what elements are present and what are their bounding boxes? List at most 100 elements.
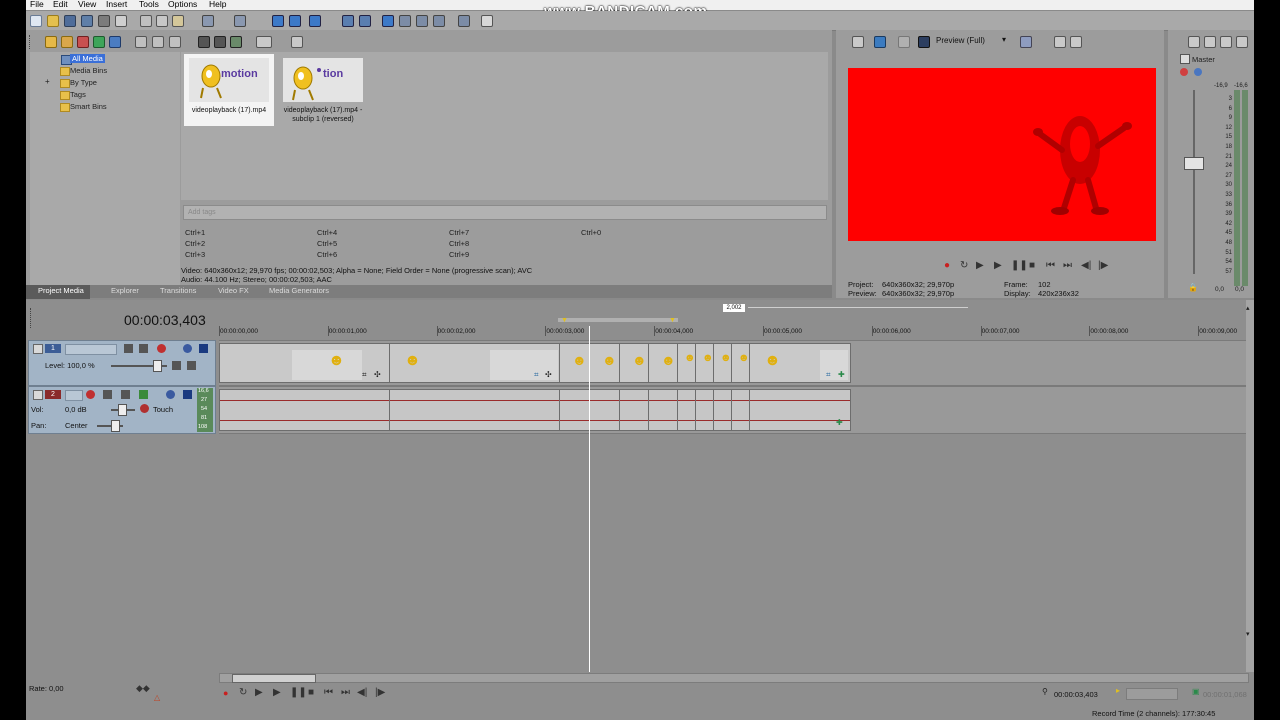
rate-pointer-icon[interactable]: △ bbox=[154, 693, 160, 702]
parent-icon[interactable] bbox=[172, 361, 181, 370]
tab-project-media[interactable]: Project Media bbox=[26, 285, 90, 299]
menu-edit[interactable]: Edit bbox=[53, 0, 68, 9]
video-clip[interactable]: ☻ ⌗ ✚ bbox=[749, 343, 851, 383]
clip-fx-icon[interactable]: ✚ bbox=[838, 370, 845, 379]
auto-preview-icon[interactable] bbox=[230, 36, 242, 48]
solo-icon[interactable] bbox=[183, 390, 192, 399]
clip-fx-icon[interactable]: ✚ bbox=[836, 418, 843, 427]
track-name-field[interactable] bbox=[65, 344, 117, 355]
play-from-start-icon[interactable]: ▶ bbox=[976, 260, 984, 271]
media-item[interactable]: tion videoplayback (17).mp4 - subclip 1 … bbox=[278, 54, 368, 126]
audio-clip[interactable] bbox=[219, 389, 391, 431]
mixer-view-icon[interactable] bbox=[1236, 36, 1248, 48]
save-as-icon[interactable] bbox=[81, 15, 93, 27]
redo-icon[interactable] bbox=[234, 15, 246, 27]
preview-properties-icon[interactable] bbox=[852, 36, 864, 48]
marker-bar[interactable] bbox=[748, 307, 968, 308]
auto-ripple-icon[interactable] bbox=[309, 15, 321, 27]
stop-icon[interactable]: ■ bbox=[1029, 260, 1035, 271]
menu-tools[interactable]: Tools bbox=[139, 0, 159, 9]
invert-phase-icon[interactable] bbox=[103, 390, 112, 399]
play-icon[interactable]: ▶ bbox=[273, 687, 281, 698]
tab-transitions[interactable]: Transitions bbox=[160, 286, 196, 295]
play-from-start-icon[interactable]: ▶ bbox=[255, 687, 263, 698]
save-icon[interactable] bbox=[64, 15, 76, 27]
go-to-end-icon[interactable]: ⏭ bbox=[341, 687, 350, 698]
audio-clip[interactable] bbox=[677, 389, 697, 431]
next-frame-icon[interactable]: |▶ bbox=[375, 687, 385, 698]
horizontal-scrollbar[interactable] bbox=[219, 673, 1249, 683]
media-fx-icon[interactable] bbox=[109, 36, 121, 48]
external-monitor-icon[interactable] bbox=[874, 36, 886, 48]
properties-icon[interactable] bbox=[115, 15, 127, 27]
chevron-down-icon[interactable]: ▾ bbox=[1002, 35, 1006, 44]
tag-shortcut[interactable]: Ctrl+6 bbox=[317, 250, 337, 259]
cursor-position[interactable]: 00:00:03,403 bbox=[1054, 690, 1098, 699]
audio-track-header[interactable]: 2 Vol: 0,0 dB Touch Pan: Center 16,6 27 … bbox=[28, 386, 216, 434]
tag-shortcut[interactable]: Ctrl+0 bbox=[581, 228, 601, 237]
clip-fx-icon[interactable]: ✣ bbox=[374, 370, 381, 379]
stop-preview-icon[interactable] bbox=[214, 36, 226, 48]
scroll-up-icon[interactable]: ▴ bbox=[1246, 304, 1250, 312]
tree-item-smart-bins[interactable]: Smart Bins bbox=[70, 102, 107, 111]
loop-icon[interactable]: ↻ bbox=[960, 260, 968, 271]
record-icon[interactable]: ● bbox=[223, 688, 228, 698]
normal-edit-tool-icon[interactable] bbox=[382, 15, 394, 27]
master-bypass-icon[interactable] bbox=[1180, 54, 1190, 64]
import-media-icon[interactable] bbox=[45, 36, 57, 48]
insert-fx-bus-icon[interactable] bbox=[1220, 36, 1232, 48]
menu-insert[interactable]: Insert bbox=[106, 0, 127, 9]
crop-icon[interactable]: ⌗ bbox=[362, 370, 367, 380]
automation-mode-icon[interactable] bbox=[140, 404, 149, 413]
level-slider-knob[interactable] bbox=[153, 360, 162, 372]
audio-clip[interactable] bbox=[695, 389, 715, 431]
video-clip[interactable]: ☻ ⌗ ✣ bbox=[219, 343, 391, 383]
track-fx-icon[interactable] bbox=[121, 390, 130, 399]
insert-bus-icon[interactable] bbox=[1204, 36, 1216, 48]
audio-clip[interactable] bbox=[589, 389, 621, 431]
tree-item-tags[interactable]: Tags bbox=[70, 90, 86, 99]
media-item[interactable]: motion videoplayback (17).mp4 bbox=[184, 54, 274, 126]
audio-clip[interactable] bbox=[619, 389, 650, 431]
audio-track-lane[interactable]: ✚ bbox=[219, 386, 1247, 434]
arm-record-icon[interactable] bbox=[86, 390, 95, 399]
save-snapshot-icon[interactable] bbox=[1070, 36, 1082, 48]
tab-explorer[interactable]: Explorer bbox=[111, 286, 139, 295]
go-to-start-icon[interactable]: ⏮ bbox=[1046, 260, 1055, 271]
next-frame-icon[interactable]: |▶ bbox=[1098, 260, 1108, 271]
loop-icon[interactable]: ↻ bbox=[239, 687, 247, 698]
open-icon[interactable] bbox=[47, 15, 59, 27]
paste-icon[interactable] bbox=[172, 15, 184, 27]
audio-clip[interactable] bbox=[713, 389, 733, 431]
video-clip[interactable]: ☻ bbox=[648, 343, 679, 383]
playhead-cursor[interactable] bbox=[589, 326, 590, 672]
zoom-edit-tool-icon[interactable] bbox=[433, 15, 445, 27]
copy-icon[interactable] bbox=[156, 15, 168, 27]
selection-length[interactable]: 00:00:01,068 bbox=[1203, 690, 1247, 699]
rate-slider-icon[interactable]: ◆◆ bbox=[136, 683, 150, 694]
audio-clip[interactable]: ✚ bbox=[749, 389, 851, 431]
crop-icon[interactable]: ⌗ bbox=[826, 370, 831, 380]
video-output-fx-icon[interactable] bbox=[918, 36, 930, 48]
lock-icon[interactable]: 🔒 bbox=[1188, 283, 1198, 292]
audio-clip[interactable] bbox=[559, 389, 591, 431]
child-icon[interactable] bbox=[187, 361, 196, 370]
get-media-icon[interactable] bbox=[77, 36, 89, 48]
video-clip[interactable]: ☻ bbox=[619, 343, 650, 383]
overlays-icon[interactable] bbox=[1020, 36, 1032, 48]
copy-snapshot-icon[interactable] bbox=[1054, 36, 1066, 48]
capture-video-icon[interactable] bbox=[61, 36, 73, 48]
play-preview-icon[interactable] bbox=[198, 36, 210, 48]
audio-clip[interactable] bbox=[648, 389, 679, 431]
tag-shortcut[interactable]: Ctrl+1 bbox=[185, 228, 205, 237]
tag-shortcut[interactable]: Ctrl+5 bbox=[317, 239, 337, 248]
tab-video-fx[interactable]: Video FX bbox=[218, 286, 249, 295]
tag-shortcut[interactable]: Ctrl+8 bbox=[449, 239, 469, 248]
audio-clip[interactable] bbox=[731, 389, 751, 431]
track-name-field[interactable] bbox=[65, 390, 83, 401]
tag-shortcut[interactable]: Ctrl+4 bbox=[317, 228, 337, 237]
dock-grip[interactable] bbox=[29, 35, 33, 49]
preview-quality-dropdown[interactable]: Preview (Full) bbox=[936, 36, 985, 45]
enable-snapping-icon[interactable] bbox=[458, 15, 470, 27]
tree-item-media-bins[interactable]: Media Bins bbox=[70, 66, 107, 75]
